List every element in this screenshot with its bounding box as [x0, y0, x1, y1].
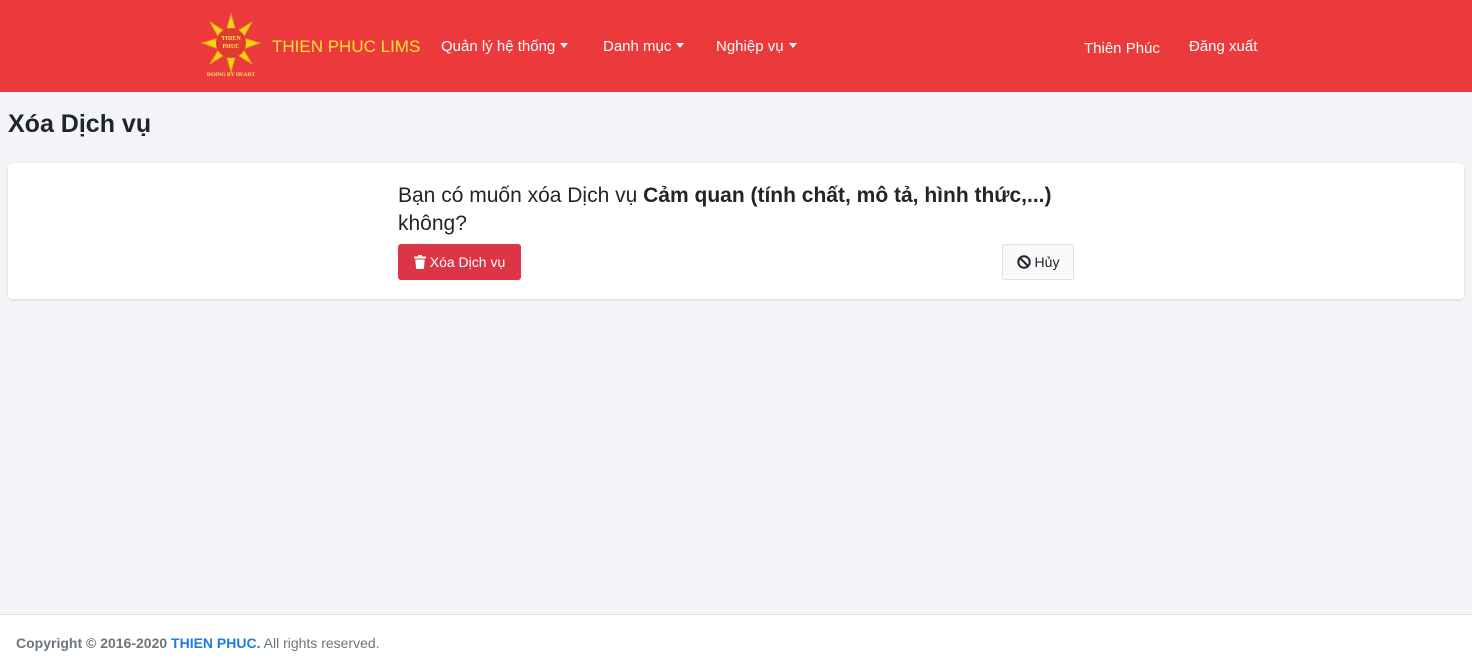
service-name: Cảm quan (tính chất, mô tả, hình thức,..… — [643, 184, 1052, 207]
delete-service-button[interactable]: Xóa Dịch vụ — [398, 244, 521, 280]
brand-link[interactable]: THIEN PHUC LIMS — [272, 37, 420, 57]
company-link[interactable]: THIEN PHUC. — [171, 635, 260, 651]
rights-text: All rights reserved. — [263, 635, 380, 651]
logo-tagline: DOING BY HEART — [207, 72, 256, 78]
nav-menu-nghiep-vu[interactable]: Nghiệp vụ — [716, 38, 797, 55]
cancel-button[interactable]: Hủy — [1002, 244, 1074, 280]
logout-link[interactable]: Đăng xuất — [1189, 38, 1257, 55]
delete-service-label: Xóa Dịch vụ — [429, 254, 506, 270]
company-logo[interactable]: THIEN PHUC DOING BY HEART — [200, 12, 262, 80]
user-profile-link[interactable]: Thiên Phúc — [1084, 40, 1160, 57]
copyright-text: Copyright © 2016-2020 — [16, 635, 168, 651]
trash-icon — [413, 255, 426, 269]
caret-down-icon — [676, 43, 685, 48]
footer-text: Copyright © 2016-2020 THIEN PHUC. All ri… — [16, 635, 380, 651]
question-suffix: không? — [398, 212, 467, 235]
page-title: Xóa Dịch vụ — [8, 110, 152, 138]
confirm-question: Bạn có muốn xóa Dịch vụ Cảm quan (tính c… — [398, 182, 1068, 238]
nav-menu-label: Quản lý hệ thống — [441, 38, 556, 55]
logo-text-line1: THIEN — [221, 36, 241, 42]
nav-menu-label: Danh mục — [603, 38, 672, 55]
logo-text-line2: PHUC — [223, 44, 240, 50]
nav-menu-danh-muc[interactable]: Danh mục — [603, 38, 685, 55]
top-navbar: THIEN PHUC DOING BY HEART THIEN PHUC LIM… — [0, 0, 1472, 92]
nav-menu-label: Nghiệp vụ — [716, 38, 784, 55]
page-footer: Copyright © 2016-2020 THIEN PHUC. All ri… — [0, 614, 1472, 668]
cancel-label: Hủy — [1034, 254, 1060, 270]
nav-menu-quan-ly-he-thong[interactable]: Quản lý hệ thống — [441, 38, 569, 55]
question-prefix: Bạn có muốn xóa Dịch vụ — [398, 184, 638, 207]
ban-icon — [1016, 255, 1031, 269]
caret-down-icon — [560, 43, 569, 48]
caret-down-icon — [788, 43, 797, 48]
